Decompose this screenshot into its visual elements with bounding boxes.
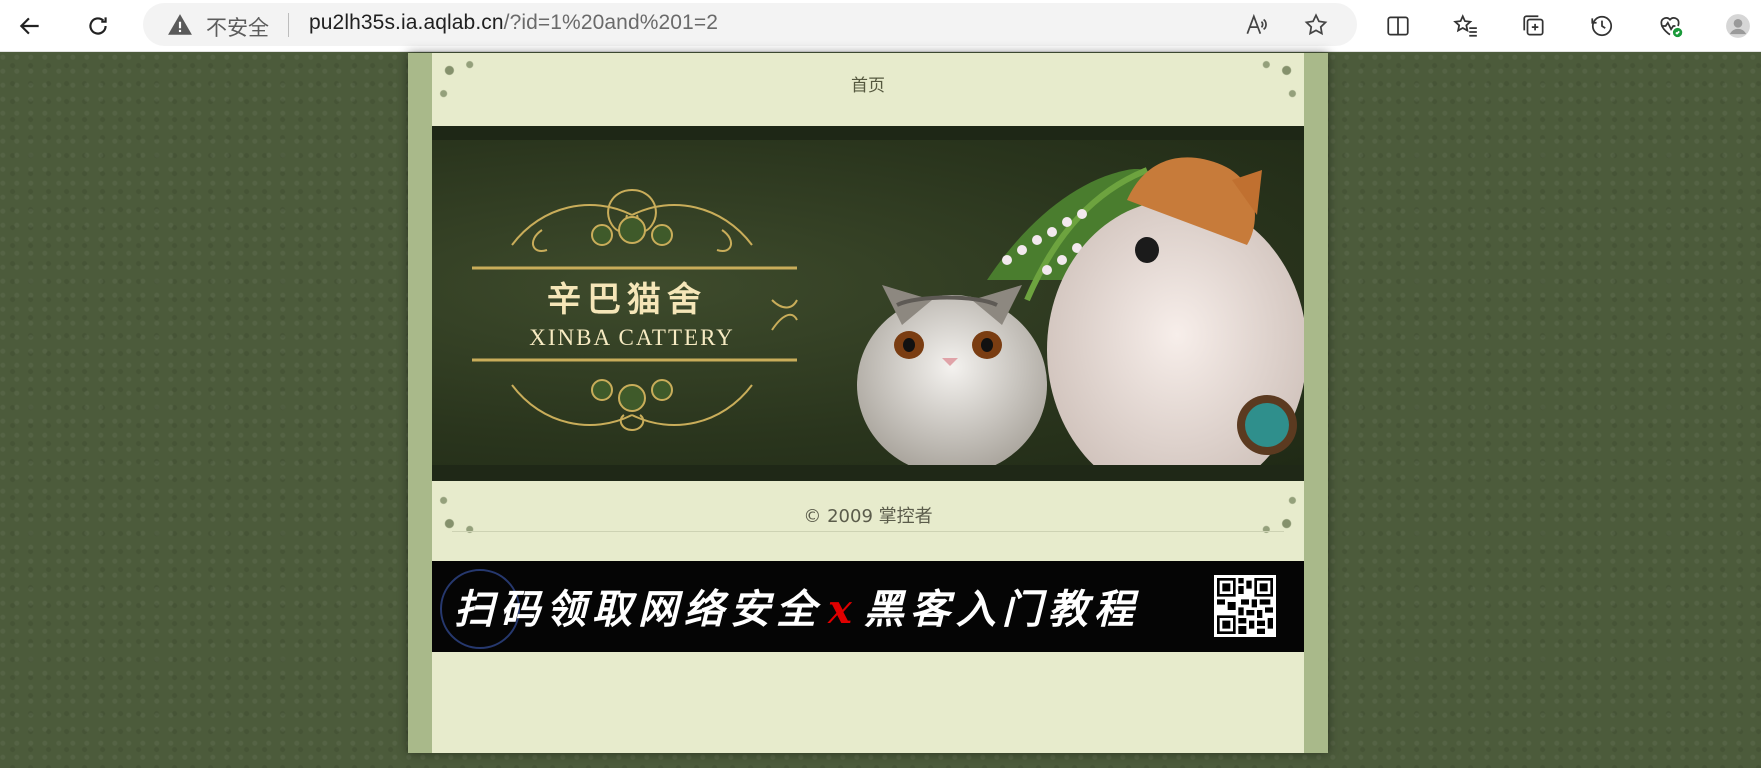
favorites-button[interactable] <box>1444 4 1488 48</box>
refresh-icon <box>89 17 107 35</box>
cattery-title-en: XINBA CATTERY <box>529 325 735 350</box>
url-host: pu2lh35s.ia.aqlab.cn <box>309 11 504 34</box>
cats-photo <box>857 157 1304 465</box>
profile-icon <box>1726 14 1750 38</box>
refresh-button[interactable] <box>76 4 120 48</box>
content-area: 首页 辛巴猫舍 XINBA CATTERY © 2009 掌控者 扫码领取网络安… <box>432 53 1304 753</box>
history-button[interactable] <box>1580 4 1624 48</box>
cattery-title-cn: 辛巴猫舍 <box>547 280 707 320</box>
collections-button[interactable] <box>1512 4 1556 48</box>
footer-divider <box>452 531 1284 532</box>
address-separator <box>288 13 289 37</box>
content-frame: 首页 辛巴猫舍 XINBA CATTERY © 2009 掌控者 扫码领取网络安… <box>408 53 1328 753</box>
ad-text-right: 黑客入门教程 <box>863 586 1140 633</box>
back-icon <box>19 17 39 35</box>
warning-icon[interactable] <box>167 12 193 38</box>
split-screen-icon <box>1387 16 1409 36</box>
favorites-list-icon <box>1453 14 1477 37</box>
ad-separator: x <box>828 586 858 633</box>
nav-home-link[interactable]: 首页 <box>432 71 1304 96</box>
browser-essentials-icon <box>1660 17 1683 38</box>
ad-text-left: 扫码领取网络安全 <box>454 586 822 633</box>
history-icon <box>1591 15 1613 37</box>
security-label[interactable]: 不安全 <box>206 12 269 42</box>
footer-copyright: © 2009 掌控者 <box>803 506 933 527</box>
page-background: 首页 辛巴猫舍 XINBA CATTERY © 2009 掌控者 扫码领取网络安… <box>0 53 1761 768</box>
profile-button[interactable] <box>1716 4 1760 48</box>
ad-banner[interactable]: 扫码领取网络安全 x 黑客入门教程 <box>432 561 1304 652</box>
browser-toolbar: 不安全 pu2lh35s.ia.aqlab.cn/?id=1%20and%201… <box>0 0 1761 52</box>
split-screen-button[interactable] <box>1376 4 1420 48</box>
back-button[interactable] <box>8 4 52 48</box>
address-bar[interactable]: 不安全 pu2lh35s.ia.aqlab.cn/?id=1%20and%201… <box>143 3 1357 46</box>
collections-icon <box>1523 15 1544 36</box>
cattery-banner: 辛巴猫舍 XINBA CATTERY <box>432 126 1304 481</box>
url-path: /?id=1%20and%201=2 <box>503 11 718 34</box>
read-aloud-icon[interactable] <box>1243 12 1269 38</box>
url-text[interactable]: pu2lh35s.ia.aqlab.cn/?id=1%20and%201=2 <box>309 11 718 35</box>
favorite-icon[interactable] <box>1303 12 1329 38</box>
ad-text: 扫码领取网络安全 x 黑客入门教程 <box>454 577 1140 635</box>
browser-essentials-button[interactable] <box>1648 4 1692 48</box>
qr-code-icon[interactable] <box>1214 575 1276 637</box>
